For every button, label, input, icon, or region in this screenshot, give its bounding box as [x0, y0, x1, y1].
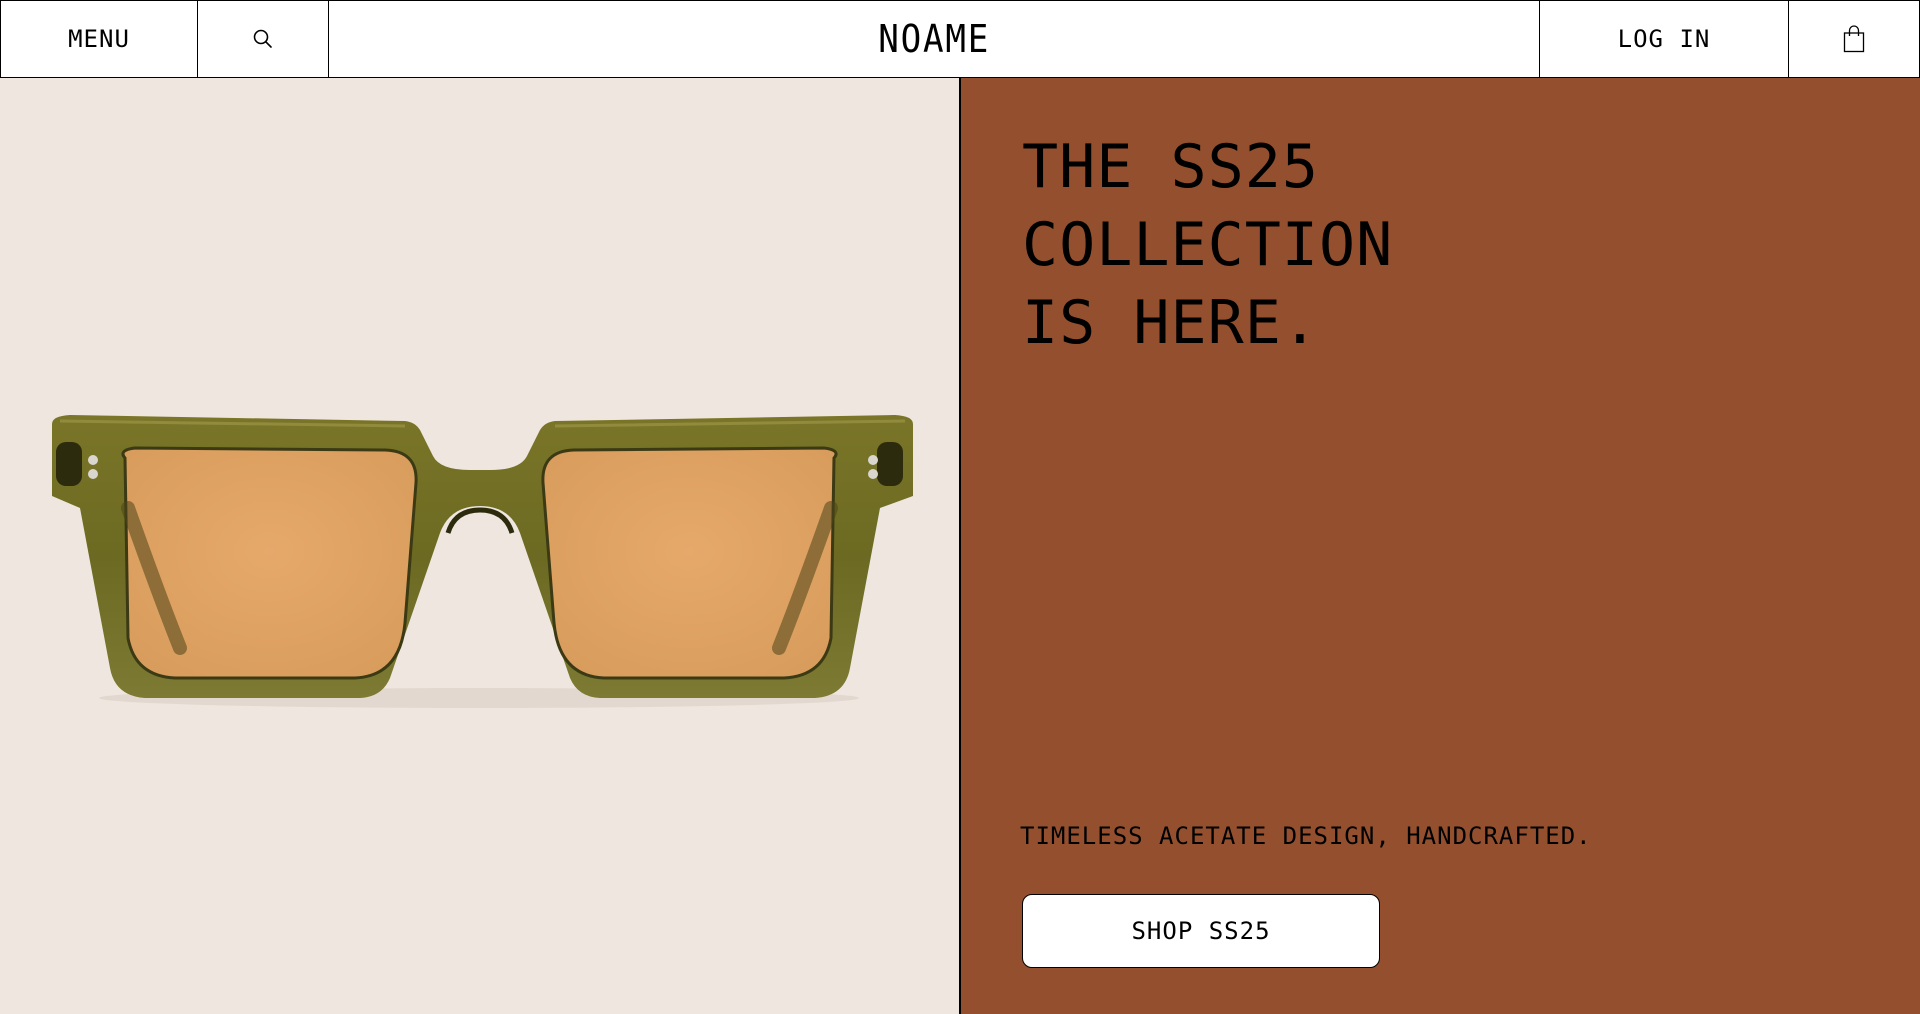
menu-label: MENU	[68, 25, 130, 53]
menu-button[interactable]: MENU	[1, 1, 198, 77]
hero-headline: THE SS25 COLLECTION IS HERE.	[1022, 128, 1393, 362]
headline-line: THE SS25	[1022, 132, 1319, 202]
cart-button[interactable]	[1789, 1, 1919, 77]
product-image-panel	[0, 78, 961, 1014]
logo-cell: NOAME	[329, 1, 1540, 77]
right-lens	[541, 446, 838, 680]
brand-logo[interactable]: NOAME	[878, 17, 990, 61]
hero-tagline: TIMELESS ACETATE DESIGN, HANDCRAFTED.	[1020, 822, 1592, 850]
search-icon	[253, 29, 272, 48]
headline-line: COLLECTION	[1022, 210, 1394, 280]
shopping-bag-icon	[1843, 25, 1865, 53]
collection-promo-panel: THE SS25 COLLECTION IS HERE. TIMELESS AC…	[961, 78, 1920, 1014]
hero-section: THE SS25 COLLECTION IS HERE. TIMELESS AC…	[0, 78, 1920, 1014]
sunglasses-image[interactable]	[0, 78, 959, 1014]
left-lens	[121, 446, 418, 680]
shop-button-label: SHOP SS25	[1131, 917, 1271, 945]
headline-line: IS HERE.	[1022, 288, 1319, 358]
search-button[interactable]	[198, 1, 329, 77]
shop-ss25-button[interactable]: SHOP SS25	[1022, 894, 1380, 968]
login-button[interactable]: LOG IN	[1540, 1, 1789, 77]
login-label: LOG IN	[1617, 25, 1711, 53]
site-header: MENU NOAME LOG IN	[0, 0, 1920, 78]
